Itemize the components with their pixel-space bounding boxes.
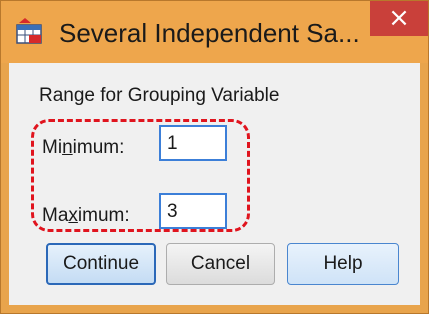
close-button[interactable]: × bbox=[370, 1, 428, 36]
maximum-input[interactable] bbox=[159, 193, 227, 229]
help-button[interactable]: Help bbox=[287, 243, 399, 285]
maximum-label: Maximum: bbox=[42, 205, 130, 226]
title-bar[interactable]: Several Independent Sa... × bbox=[1, 1, 428, 63]
dialog-body: Range for Grouping Variable Minimum: Max… bbox=[9, 63, 420, 305]
window-title: Several Independent Sa... bbox=[59, 18, 360, 48]
dialog-window: Several Independent Sa... × Range for Gr… bbox=[0, 0, 429, 314]
continue-button[interactable]: Continue bbox=[46, 243, 156, 285]
minimum-label: Minimum: bbox=[42, 137, 125, 158]
spss-dialog-icon bbox=[16, 18, 42, 44]
cancel-button[interactable]: Cancel bbox=[166, 243, 275, 285]
close-icon: × bbox=[388, 3, 410, 33]
group-label: Range for Grouping Variable bbox=[39, 85, 280, 106]
minimum-input[interactable] bbox=[159, 125, 227, 161]
